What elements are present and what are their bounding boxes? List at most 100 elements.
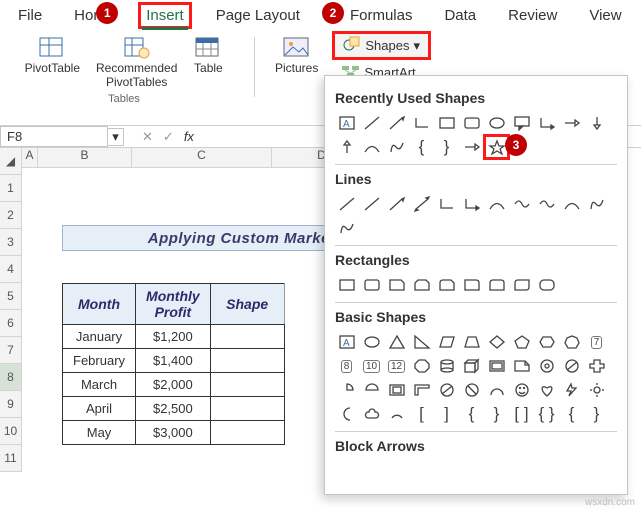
shape-rbrak-icon[interactable]: ] [435, 403, 458, 425]
shape-freeform-icon[interactable] [585, 193, 608, 215]
shape-elbow-icon[interactable] [410, 112, 433, 134]
shape-rbrace-icon[interactable]: } [485, 403, 508, 425]
shape-brace-l-icon[interactable]: { [410, 136, 433, 158]
shape-trap-icon[interactable] [460, 331, 483, 353]
recommended-pivottables-button[interactable]: Recommended PivotTables [90, 33, 183, 91]
shape-noentry2-icon[interactable] [435, 379, 458, 401]
shape-curve-dbl-icon[interactable] [535, 193, 558, 215]
shape-dblbrace-icon[interactable]: { } [535, 403, 558, 425]
shape-curve-icon[interactable] [560, 193, 583, 215]
col-header-a[interactable]: A [22, 148, 38, 168]
row-header[interactable]: 4 [0, 256, 22, 283]
shape-star-icon[interactable]: 3 [485, 136, 508, 158]
row-header[interactable]: 8 [0, 364, 22, 391]
shape-dblbrak-icon[interactable]: [ ] [510, 403, 533, 425]
shape-lbrace2-icon[interactable]: { [560, 403, 583, 425]
name-box-dropdown[interactable]: ▾ [108, 128, 124, 146]
shape-line-dbl-icon[interactable] [410, 193, 433, 215]
shape-oval-icon[interactable] [485, 112, 508, 134]
fx-icon[interactable]: fx [184, 129, 194, 144]
shape-oct-icon[interactable] [410, 355, 433, 377]
table-button[interactable]: Table [187, 33, 229, 77]
shape-lbrak-icon[interactable]: [ [410, 403, 433, 425]
shape-roundrect-icon[interactable] [460, 112, 483, 134]
tab-review[interactable]: Review [502, 4, 563, 27]
shape-round-all-icon[interactable] [535, 274, 558, 296]
tab-view[interactable]: View [583, 4, 627, 27]
shape-round1-icon[interactable] [460, 274, 483, 296]
row-header[interactable]: 2 [0, 202, 22, 229]
row-header[interactable]: 3 [0, 229, 22, 256]
shape-line-arrow-icon[interactable] [385, 193, 408, 215]
shape-sun-icon[interactable] [585, 379, 608, 401]
shape-penta-icon[interactable] [510, 331, 533, 353]
shape-para-icon[interactable] [435, 331, 458, 353]
shape-rect-icon[interactable] [335, 274, 358, 296]
shape-pie-icon[interactable] [335, 379, 358, 401]
shape-bevel-icon[interactable] [485, 355, 508, 377]
shape-chord-icon[interactable] [360, 379, 383, 401]
shape-arrow-down-icon[interactable] [585, 112, 608, 134]
shape-n10-icon[interactable]: 10 [360, 355, 383, 377]
shape-arrow-right-icon[interactable] [460, 136, 483, 158]
shape-lbrace-icon[interactable]: { [460, 403, 483, 425]
shape-callout-icon[interactable] [510, 112, 533, 134]
shape-donut-icon[interactable] [535, 355, 558, 377]
shape-curve-arr-icon[interactable] [510, 193, 533, 215]
shape-fold-icon[interactable] [510, 355, 533, 377]
shape-block-icon[interactable] [460, 379, 483, 401]
row-header[interactable]: 5 [0, 283, 22, 310]
shape-snipround-icon[interactable] [435, 274, 458, 296]
shape-oval-icon[interactable] [360, 331, 383, 353]
shape-plus-icon[interactable] [585, 355, 608, 377]
shape-noentry-icon[interactable] [560, 355, 583, 377]
shape-elbow-icon[interactable] [435, 193, 458, 215]
row-header[interactable]: 6 [0, 310, 22, 337]
shape-line-icon[interactable] [335, 193, 358, 215]
shape-snip2-icon[interactable] [410, 274, 433, 296]
row-header[interactable]: 9 [0, 391, 22, 418]
shape-brace-r-icon[interactable]: } [435, 136, 458, 158]
shape-elbow-arr-icon[interactable] [460, 193, 483, 215]
shape-curve-icon[interactable] [360, 136, 383, 158]
pictures-button[interactable]: Pictures [269, 33, 324, 77]
shape-frame-icon[interactable] [385, 379, 408, 401]
name-box[interactable]: F8 [0, 126, 108, 147]
shape-line-arrow-icon[interactable] [385, 112, 408, 134]
shape-dia-icon[interactable] [485, 331, 508, 353]
row-header[interactable]: 10 [0, 418, 22, 445]
tab-home[interactable]: Home 1 [68, 4, 120, 27]
tab-file[interactable]: File [12, 4, 48, 27]
shape-arrow-up-icon[interactable] [335, 136, 358, 158]
shape-n12-icon[interactable]: 12 [385, 355, 408, 377]
col-header-b[interactable]: B [38, 148, 132, 168]
tab-page-layout[interactable]: Page Layout [210, 4, 306, 27]
shape-line-icon[interactable] [360, 112, 383, 134]
shape-textbox-icon[interactable]: A [335, 112, 358, 134]
shape-arc2-icon[interactable] [385, 403, 408, 425]
tab-insert[interactable]: Insert [140, 4, 190, 27]
row-header[interactable]: 11 [0, 445, 22, 472]
shape-n8-icon[interactable]: 8 [335, 355, 358, 377]
shape-lframe-icon[interactable] [410, 379, 433, 401]
shape-heart-icon[interactable] [535, 379, 558, 401]
shape-rbrace2-icon[interactable]: } [585, 403, 608, 425]
shape-cloud-icon[interactable] [360, 403, 383, 425]
shape-free-icon[interactable] [385, 136, 408, 158]
shape-hept-icon[interactable] [560, 331, 583, 353]
select-all-corner[interactable]: ◢ [0, 148, 22, 175]
shape-smiley-icon[interactable] [510, 379, 533, 401]
shape-arc-icon[interactable] [485, 379, 508, 401]
shape-snip1-icon[interactable] [385, 274, 408, 296]
shape-rtri-icon[interactable] [410, 331, 433, 353]
shape-tri-icon[interactable] [385, 331, 408, 353]
row-header[interactable]: 1 [0, 175, 22, 202]
shapes-button[interactable]: Shapes ▾ [334, 33, 429, 58]
tab-formulas[interactable]: Formulas 2 [326, 4, 419, 27]
shape-arrow-icon[interactable] [560, 112, 583, 134]
row-header[interactable]: 7 [0, 337, 22, 364]
tab-data[interactable]: Data [438, 4, 482, 27]
shape-cube-icon[interactable] [460, 355, 483, 377]
shape-can-icon[interactable] [435, 355, 458, 377]
shape-moon-icon[interactable] [335, 403, 358, 425]
